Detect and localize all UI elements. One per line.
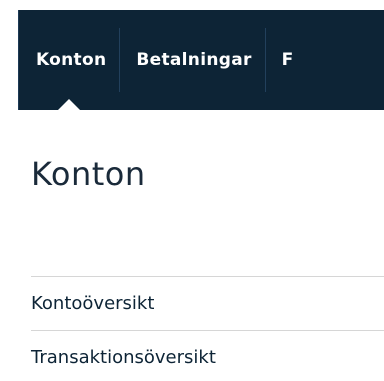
top-margin bbox=[0, 0, 384, 10]
menu-item-kontooversikt[interactable]: Kontoöversikt bbox=[31, 277, 384, 331]
menu-item-transaktionsoversikt[interactable]: Transaktionsöversikt bbox=[31, 331, 384, 381]
nav-item-label: Konton bbox=[36, 50, 107, 70]
nav-item-label: F bbox=[281, 50, 294, 70]
active-tab-indicator bbox=[57, 99, 82, 111]
account-menu: Kontoöversikt Transaktionsöversikt bbox=[31, 276, 384, 381]
page: Konton Betalningar F Konton Kontoöversik… bbox=[0, 0, 384, 381]
nav-item-label: Betalningar bbox=[136, 50, 252, 70]
nav-item-konton[interactable]: Konton bbox=[19, 10, 119, 111]
left-margin bbox=[0, 0, 18, 381]
nav-item-truncated[interactable]: F bbox=[266, 10, 307, 110]
nav-items: Konton Betalningar F bbox=[19, 10, 307, 111]
main-navigation: Konton Betalningar F bbox=[18, 10, 384, 111]
page-title: Konton bbox=[31, 155, 146, 193]
nav-item-betalningar[interactable]: Betalningar bbox=[120, 10, 264, 110]
